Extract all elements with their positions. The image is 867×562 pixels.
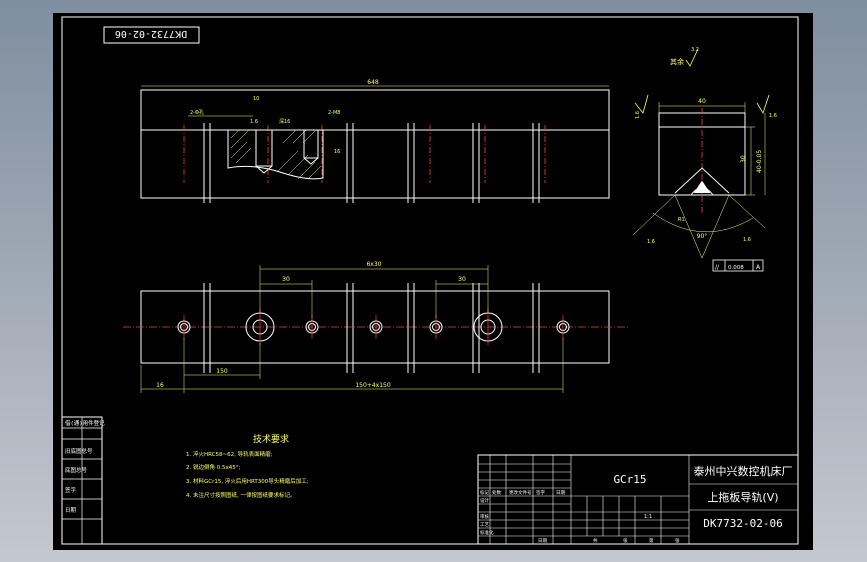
tol-datum: A [756,264,761,271]
drawing-sheet: 借(通)用件登记 旧底图总号 底图总号 签字 日期 DK7732-02-06 其… [53,13,813,550]
note-thread: 2-M8 [328,110,340,116]
dim-overall-length: 648 [367,79,379,86]
tb-col-header-3: 更改文件号 [509,489,532,496]
tb-col-header-2: 处数 [492,489,501,496]
tb-col-header-4: 签字 [536,489,545,496]
note-thread-depth: 深16 [279,118,290,125]
tb-company: 泰州中兴数控机床厂 [694,464,793,478]
tb-part-name: 上拖板导轨(V) [707,490,778,504]
tb-bottom-label-1: 共 [593,537,598,544]
tech-req-item-2: 2. 锐边倒角 0.5x45°; [186,463,240,471]
left-block-row-4: 签字 [65,486,77,494]
dim-pitch: 150 [216,368,228,375]
dim-roughness-1: 1.6 [250,119,258,125]
tb-row-label-3: 工艺 [480,522,489,528]
cad-drawing: 借(通)用件登记 旧底图总号 底图总号 签字 日期 DK7732-02-06 其… [61,16,799,545]
tol-value: 0.008 [728,265,744,271]
section-chamfer: R1 [678,217,685,223]
front-view: 648 2-Φ孔 2-M8 深16 10 16 1.6 [140,79,610,203]
dim-small-a: 10 [253,96,259,102]
tb-bottom-label-2: 张 [623,537,628,544]
tb-col-header-1: 标记 [480,489,489,496]
section-width: 40 [698,98,706,105]
section-angle: 90° [697,233,708,240]
note-holes: 2-Φ孔 [190,109,204,116]
tech-req-item-4: 4. 未注尺寸按照图纸, 一律按图纸要求标记。 [186,491,296,499]
tb-col-header-5: 日期 [556,490,565,496]
dim-span-center: 6x30 [366,261,381,268]
dim-spacing-1: 30 [282,276,290,283]
plan-view: 6x30 30 30 150 16 150+4x150 [123,261,628,393]
tb-scale: 1:1 [644,514,652,520]
tb-drawing-no: DK7732-02-06 [703,517,782,530]
section-ra-bottom: 1.6 [743,237,751,243]
tol-symbol: // [715,264,720,271]
left-block-row-2: 旧底图总号 [65,447,93,455]
drawing-border [61,16,799,545]
tb-date-label: 日期 [538,538,547,544]
tb-material: GCr15 [613,473,646,486]
dim-small-b: 16 [334,149,340,155]
title-block: GCr15 泰州中兴数控机床厂 上拖板导轨(V) DK7732-02-06 1:… [477,454,799,545]
dim-total-chain: 150+4x150 [355,382,390,389]
tb-row-label-2: 审核 [480,513,489,520]
dim-spacing-2: 30 [458,276,466,283]
section-height: 30 [740,155,747,163]
left-block-row-1: 借(通)用件登记 [65,419,105,427]
tb-bottom-label-3: 第 [649,537,654,544]
section-view: 40 30 40-0.05 1.6 1.6 90° R1 1.6 1.6 // … [632,94,777,272]
tb-row-label-4: 标准化 [480,529,494,536]
section-full-height: 40-0.05 [756,150,763,173]
tb-bottom-label-4: 张 [675,537,680,544]
roughness-other-value: 3.2 [691,47,699,53]
left-block-row-3: 底图总号 [65,466,88,474]
section-ra-right: 1.6 [769,113,777,119]
section-ra-top: 1.6 [635,111,641,119]
tb-row-label-1: 设计 [480,497,489,504]
code-box-text: DK7732-02-06 [115,28,187,39]
tech-requirements: 技术要求 1. 淬火HRC58~62, 导轨表面精磨; 2. 锐边倒角 0.5x… [186,433,309,499]
roughness-other-label: 其余 [670,57,684,66]
tech-req-title: 技术要求 [253,433,289,445]
tech-req-item-1: 1. 淬火HRC58~62, 导轨表面精磨; [186,450,273,458]
dim-left-offset: 16 [156,382,164,389]
left-block-row-5: 日期 [65,507,77,514]
section-ra-left: 1.6 [647,239,655,245]
left-block-rows [62,417,102,544]
tech-req-item-3: 3. 材料GCr15, 淬火后用HRT300导头精磨后加工; [186,477,309,485]
